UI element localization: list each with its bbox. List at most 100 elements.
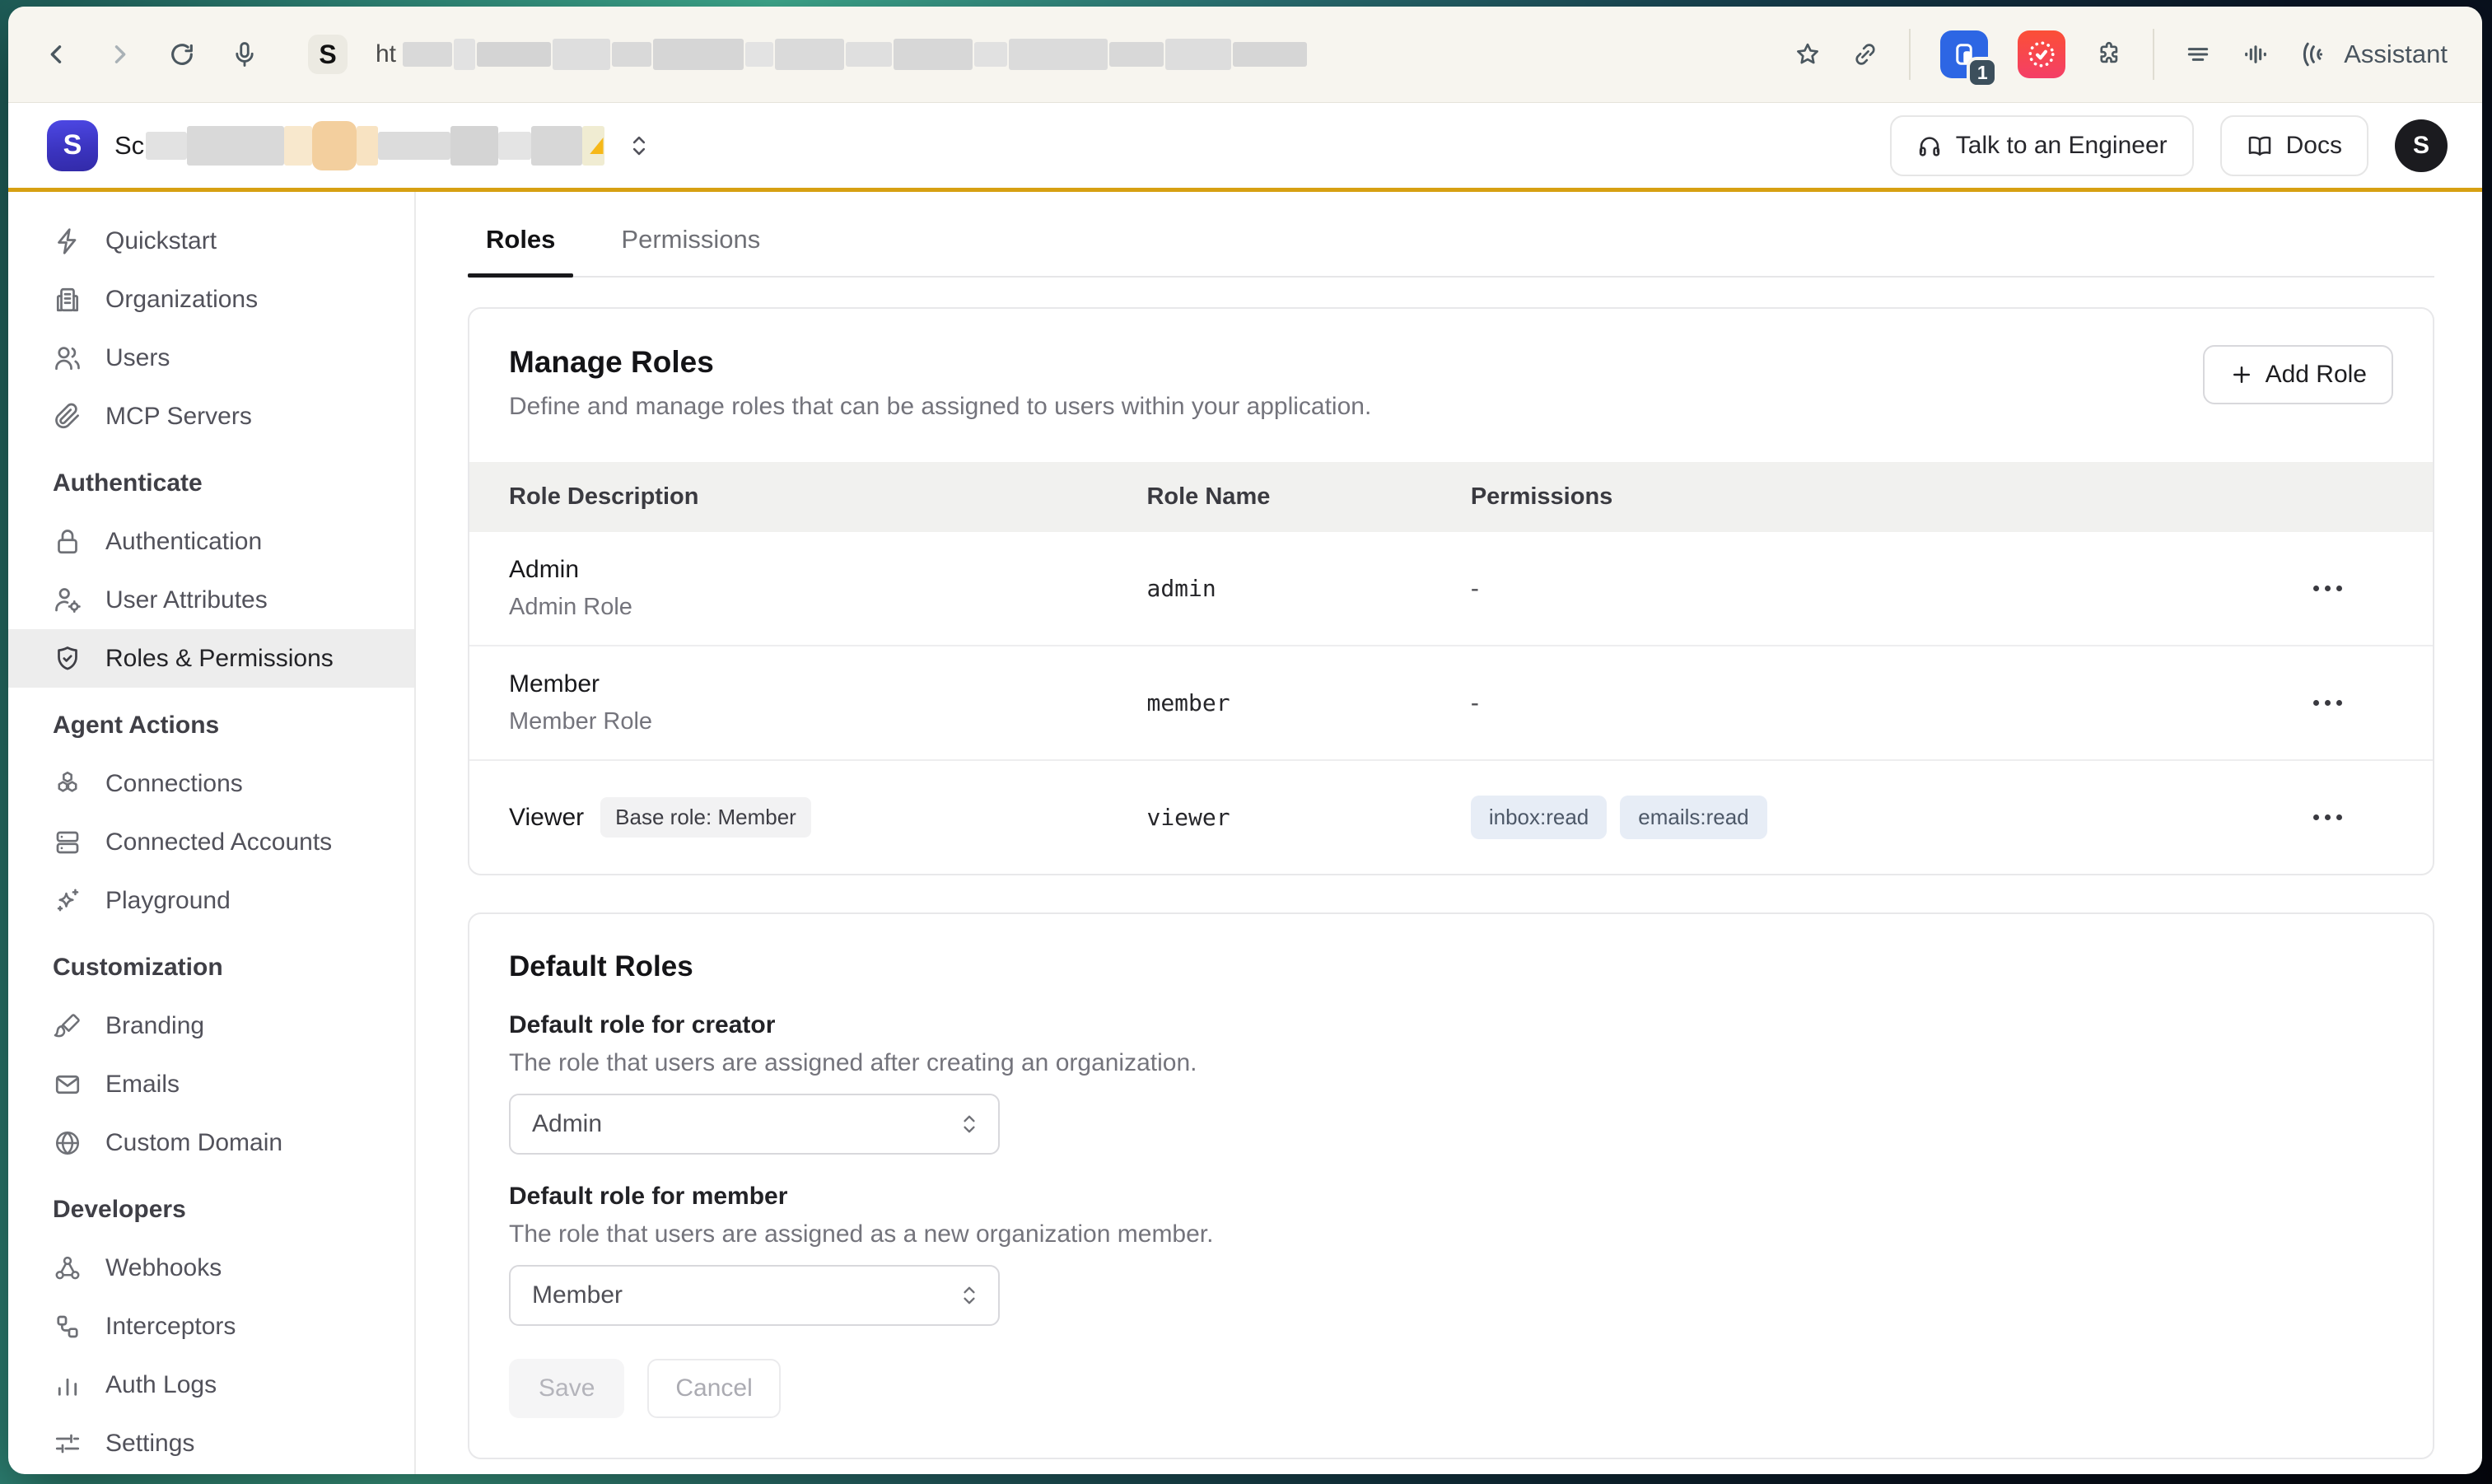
- reading-list-icon[interactable]: [2184, 40, 2212, 68]
- site-favicon: S: [308, 35, 348, 74]
- lock-icon: [53, 527, 82, 557]
- sidebar-item-user-attributes[interactable]: User Attributes: [8, 571, 414, 629]
- copy-link-icon[interactable]: [1851, 40, 1879, 68]
- row-menu-button[interactable]: [2305, 692, 2350, 714]
- sidebar-item-users[interactable]: Users: [8, 329, 414, 387]
- back-icon[interactable]: [43, 40, 71, 68]
- sidebar-item-organizations[interactable]: Organizations: [8, 270, 414, 329]
- add-role-button[interactable]: Add Role: [2203, 345, 2393, 404]
- sidebar-item-mcp-servers[interactable]: MCP Servers: [8, 387, 414, 446]
- member-role-select[interactable]: Member: [509, 1265, 1000, 1326]
- chevron-up-down-icon: [628, 132, 651, 160]
- cancel-button[interactable]: Cancel: [647, 1359, 780, 1418]
- book-icon: [2247, 133, 2273, 159]
- webhook-icon: [53, 1253, 82, 1283]
- role-subtitle: Admin Role: [509, 594, 1146, 621]
- paintbrush-icon: [53, 1011, 82, 1041]
- role-name: admin: [1146, 575, 1470, 602]
- sidebar-item-label: Roles & Permissions: [105, 645, 334, 673]
- password-extension-icon[interactable]: 1: [1940, 30, 1988, 78]
- header-actions: Talk to an Engineer Docs S: [1890, 115, 2448, 176]
- sidebar-item-label: Auth Logs: [105, 1371, 217, 1399]
- sidebar-section-agent-actions: Agent Actions: [8, 696, 414, 754]
- sidebar-item-label: User Attributes: [105, 586, 268, 614]
- forward-icon[interactable]: [105, 40, 133, 68]
- sidebar-item-settings[interactable]: Settings: [8, 1414, 414, 1472]
- sidebar-item-connected-accounts[interactable]: Connected Accounts: [8, 813, 414, 871]
- sidebar-item-label: Connections: [105, 770, 243, 798]
- microphone-icon[interactable]: [231, 40, 259, 68]
- sidebar-item-emails[interactable]: Emails: [8, 1055, 414, 1113]
- ear-icon: [2299, 40, 2329, 69]
- voice-waveform-icon[interactable]: [2242, 40, 2270, 68]
- warning-triangle-icon: [585, 133, 609, 158]
- role-title: Viewer: [509, 804, 584, 832]
- sidebar-item-branding[interactable]: Branding: [8, 996, 414, 1055]
- sidebar-item-webhooks[interactable]: Webhooks: [8, 1239, 414, 1297]
- default-roles-card: Default Roles Default role for creator T…: [468, 912, 2434, 1459]
- user-avatar[interactable]: S: [2395, 119, 2448, 172]
- sidebar-item-connections[interactable]: Connections: [8, 754, 414, 813]
- environment-switcher[interactable]: Sc: [114, 121, 651, 170]
- chevron-up-down-icon: [959, 1111, 980, 1137]
- manage-roles-header: Manage Roles Define and manage roles tha…: [469, 309, 2433, 462]
- row-menu-button[interactable]: [2305, 577, 2350, 600]
- bookmark-star-icon[interactable]: [1794, 40, 1822, 68]
- talk-to-engineer-button[interactable]: Talk to an Engineer: [1890, 115, 2194, 176]
- role-permissions: -: [1471, 575, 2177, 603]
- sidebar-item-label: Connected Accounts: [105, 828, 332, 856]
- main-content: Roles Permissions Manage Roles Define an…: [416, 192, 2482, 1474]
- role-title: Admin: [509, 556, 1146, 584]
- reload-icon[interactable]: [168, 40, 196, 68]
- app-body: Quickstart Organizations Users MCP Serve…: [8, 192, 2482, 1474]
- bar-chart-icon: [53, 1370, 82, 1400]
- docs-button[interactable]: Docs: [2220, 115, 2368, 176]
- sidebar-item-custom-domain[interactable]: Custom Domain: [8, 1113, 414, 1172]
- assistant-button[interactable]: Assistant: [2299, 40, 2448, 69]
- cubes-icon: [53, 769, 82, 799]
- sidebar-item-auth-logs[interactable]: Auth Logs: [8, 1356, 414, 1414]
- sidebar-section-authenticate: Authenticate: [8, 454, 414, 512]
- table-row-viewer: Viewer Base role: Member viewer inbox:re…: [469, 759, 2433, 874]
- sidebar-item-label: Emails: [105, 1071, 180, 1099]
- plus-icon: [2229, 362, 2254, 387]
- avatar-letter: S: [2413, 132, 2429, 160]
- permission-badge: inbox:read: [1471, 796, 1607, 839]
- headphones-icon: [1916, 133, 1943, 159]
- browser-toolbar: S ht 1 Assistant: [8, 7, 2482, 103]
- docs-label: Docs: [2286, 132, 2342, 160]
- timer-extension-icon[interactable]: [2018, 30, 2065, 78]
- roles-table: Role Description Role Name Permissions A…: [469, 462, 2433, 874]
- role-permissions: -: [1471, 689, 2177, 717]
- sidebar-item-playground[interactable]: Playground: [8, 871, 414, 930]
- manage-roles-card: Manage Roles Define and manage roles tha…: [468, 307, 2434, 875]
- tab-roles[interactable]: Roles: [468, 223, 573, 276]
- sidebar-item-roles-permissions[interactable]: Roles & Permissions: [8, 629, 414, 688]
- role-name: member: [1146, 689, 1470, 716]
- role-subtitle: Member Role: [509, 708, 1146, 735]
- member-role-value: Member: [532, 1281, 623, 1309]
- sidebar-item-interceptors[interactable]: Interceptors: [8, 1297, 414, 1356]
- manage-roles-description: Define and manage roles that can be assi…: [509, 393, 1371, 421]
- zap-icon: [53, 226, 82, 256]
- tab-permissions[interactable]: Permissions: [603, 223, 778, 276]
- creator-description: The role that users are assigned after c…: [509, 1049, 2393, 1077]
- talk-to-engineer-label: Talk to an Engineer: [1956, 132, 2168, 160]
- toolbar-divider: [1909, 29, 1911, 80]
- building-icon: [53, 285, 82, 315]
- creator-role-select[interactable]: Admin: [509, 1094, 1000, 1155]
- column-role-description: Role Description: [469, 483, 1146, 511]
- default-roles-title: Default Roles: [509, 950, 2393, 983]
- extensions-puzzle-icon[interactable]: [2095, 40, 2123, 68]
- sidebar-item-label: Custom Domain: [105, 1129, 282, 1157]
- address-bar[interactable]: ht: [376, 39, 1307, 70]
- sidebar-item-authentication[interactable]: Authentication: [8, 512, 414, 571]
- logo-letter: S: [63, 129, 82, 161]
- sidebar-item-label: Webhooks: [105, 1254, 222, 1282]
- sidebar-item-quickstart[interactable]: Quickstart: [8, 212, 414, 270]
- extension-badge: 1: [1967, 57, 1998, 88]
- row-menu-button[interactable]: [2305, 806, 2350, 828]
- save-button[interactable]: Save: [509, 1359, 624, 1418]
- shield-check-icon: [53, 644, 82, 674]
- sidebar-item-label: Organizations: [105, 286, 258, 314]
